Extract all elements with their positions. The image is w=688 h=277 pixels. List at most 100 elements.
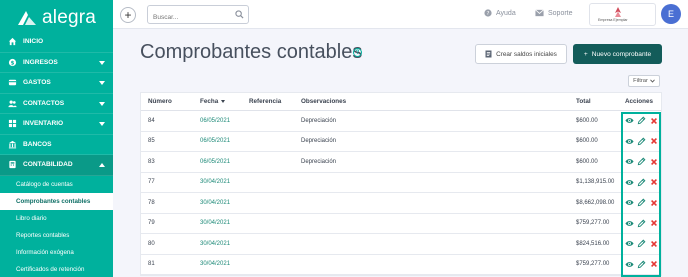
inventory-icon (8, 119, 17, 128)
sidebar-item-ingresos[interactable]: $ INGRESOS (0, 53, 113, 73)
cell-numero[interactable]: 83 (148, 152, 155, 172)
search-icon[interactable] (235, 10, 244, 19)
table-row: 85 06/05/2021 Depreciación $600.00 (141, 132, 661, 152)
header-fecha-label: Fecha (200, 98, 219, 105)
main-content: Comprobantes contables ? Crear saldos in… (113, 29, 688, 277)
cell-numero[interactable]: 77 (148, 173, 155, 193)
quick-add-button[interactable]: + (120, 7, 136, 23)
sidebar: alegra INICIO $ INGRESOS GASTOS CONTACTO… (0, 0, 113, 277)
cell-numero[interactable]: 79 (148, 214, 155, 234)
table-row: 78 30/04/2021 $8,662,098.00 (141, 193, 661, 214)
income-icon: $ (8, 58, 17, 67)
search-input[interactable] (148, 9, 232, 26)
submenu-item-comprobantes[interactable]: Comprobantes contables (0, 192, 113, 210)
cell-total: $1,138,915.00 (576, 179, 615, 186)
cell-fecha[interactable]: 30/04/2021 (200, 193, 230, 213)
accounting-icon (8, 160, 17, 169)
new-voucher-button[interactable]: + Nuevo comprobante (573, 44, 662, 64)
document-icon (485, 50, 492, 58)
submenu-item-reportes[interactable]: Reportes contables (0, 227, 113, 244)
home-icon (8, 37, 17, 46)
contacts-icon (8, 99, 17, 108)
sidebar-item-bancos[interactable]: BANCOS (0, 135, 113, 155)
cell-fecha[interactable]: 30/04/2021 (200, 173, 230, 193)
sidebar-item-contactos[interactable]: CONTACTOS (0, 94, 113, 114)
cell-total: $759,277.00 (576, 261, 610, 268)
cell-numero[interactable]: 81 (148, 255, 155, 275)
header-acciones: Acciones (625, 98, 653, 105)
avatar[interactable]: E (661, 4, 681, 24)
table-row: 83 06/05/2021 Depreciación $600.00 (141, 152, 661, 173)
company-name: Empresa Ejemplar (598, 18, 628, 22)
table-body: 84 06/05/2021 Depreciación $600.00 85 06… (141, 111, 661, 275)
table-header: Número Fecha Referencia Observaciones To… (141, 93, 661, 111)
page-title: Comprobantes contables (140, 41, 363, 63)
chevron-down-icon (99, 81, 105, 85)
support-label: Soporte (548, 9, 573, 17)
header-total[interactable]: Total (576, 93, 591, 110)
cell-total: $759,277.00 (576, 220, 610, 227)
filter-button[interactable]: Filtrar (628, 75, 660, 87)
submenu-item-exogena[interactable]: Información exógena (0, 244, 113, 261)
bank-icon (8, 140, 17, 149)
cell-fecha[interactable]: 06/05/2021 (200, 152, 230, 172)
table-row: 80 30/04/2021 $824,516.00 (141, 234, 661, 255)
cell-numero[interactable]: 84 (148, 111, 155, 131)
submenu-item-libro-diario[interactable]: Libro diario (0, 210, 113, 227)
cell-observaciones: Depreciación (301, 158, 337, 165)
expense-icon (8, 78, 17, 87)
help-label: Ayuda (496, 9, 516, 17)
svg-text:?: ? (487, 11, 490, 17)
cell-numero[interactable]: 85 (148, 132, 155, 152)
header-numero[interactable]: Número (148, 93, 172, 110)
actions-highlight-box (621, 112, 661, 277)
header-referencia[interactable]: Referencia (249, 93, 281, 110)
cell-observaciones: Depreciación (301, 117, 337, 124)
cell-fecha[interactable]: 30/04/2021 (200, 214, 230, 234)
chevron-down-icon (650, 79, 655, 83)
cell-numero[interactable]: 80 (148, 234, 155, 254)
sidebar-item-inventario[interactable]: INVENTARIO (0, 114, 113, 135)
cell-total: $600.00 (576, 117, 598, 124)
cell-fecha[interactable]: 06/05/2021 (200, 111, 230, 131)
svg-text:$: $ (11, 60, 15, 66)
support-link[interactable]: Soporte (535, 9, 573, 17)
sidebar-item-label: CONTABILIDAD (23, 161, 73, 169)
sidebar-item-contabilidad[interactable]: CONTABILIDAD (0, 155, 113, 176)
chevron-up-icon (99, 163, 105, 167)
sidebar-item-gastos[interactable]: GASTOS (0, 73, 113, 94)
cell-total: $600.00 (576, 138, 598, 145)
cell-total: $8,662,098.00 (576, 199, 615, 206)
filter-label: Filtrar (633, 78, 648, 84)
header-observaciones[interactable]: Observaciones (301, 93, 346, 110)
sidebar-item-inicio[interactable]: INICIO (0, 32, 113, 53)
cell-fecha[interactable]: 30/04/2021 (200, 255, 230, 275)
cell-numero[interactable]: 78 (148, 193, 155, 213)
accounting-submenu: Catálogo de cuentas Comprobantes contabl… (0, 175, 113, 277)
top-bar: + ? Ayuda Soporte Empresa Ejemplar E (113, 0, 688, 29)
help-link[interactable]: ? Ayuda (484, 9, 516, 17)
sidebar-item-label: GASTOS (23, 79, 51, 87)
cell-fecha[interactable]: 30/04/2021 (200, 234, 230, 254)
table-row: 79 30/04/2021 $759,277.00 (141, 214, 661, 234)
help-circle-icon[interactable]: ? (353, 48, 362, 57)
company-selector[interactable]: Empresa Ejemplar (589, 3, 656, 26)
header-fecha[interactable]: Fecha (200, 93, 226, 110)
new-voucher-label: Nuevo comprobante (591, 50, 652, 58)
submenu-item-certificados[interactable]: Certificados de retención (0, 261, 113, 277)
create-initial-balances-button[interactable]: Crear saldos iniciales (475, 44, 567, 64)
sidebar-item-label: BANCOS (23, 140, 52, 148)
plus-icon: + (583, 50, 588, 58)
submenu-item-catalogo[interactable]: Catálogo de cuentas (0, 176, 113, 193)
sidebar-item-label: CONTACTOS (23, 99, 65, 107)
table-row: 77 30/04/2021 $1,138,915.00 (141, 173, 661, 193)
sort-desc-icon (221, 100, 226, 103)
brand-logo[interactable]: alegra (16, 7, 96, 29)
search-box (147, 5, 249, 26)
sidebar-item-label: INGRESOS (23, 58, 58, 66)
create-initial-balances-label: Crear saldos iniciales (496, 50, 557, 58)
sidebar-item-label: INICIO (23, 38, 44, 46)
cell-fecha[interactable]: 06/05/2021 (200, 132, 230, 152)
chevron-down-icon (99, 60, 105, 65)
help-icon: ? (484, 9, 492, 17)
